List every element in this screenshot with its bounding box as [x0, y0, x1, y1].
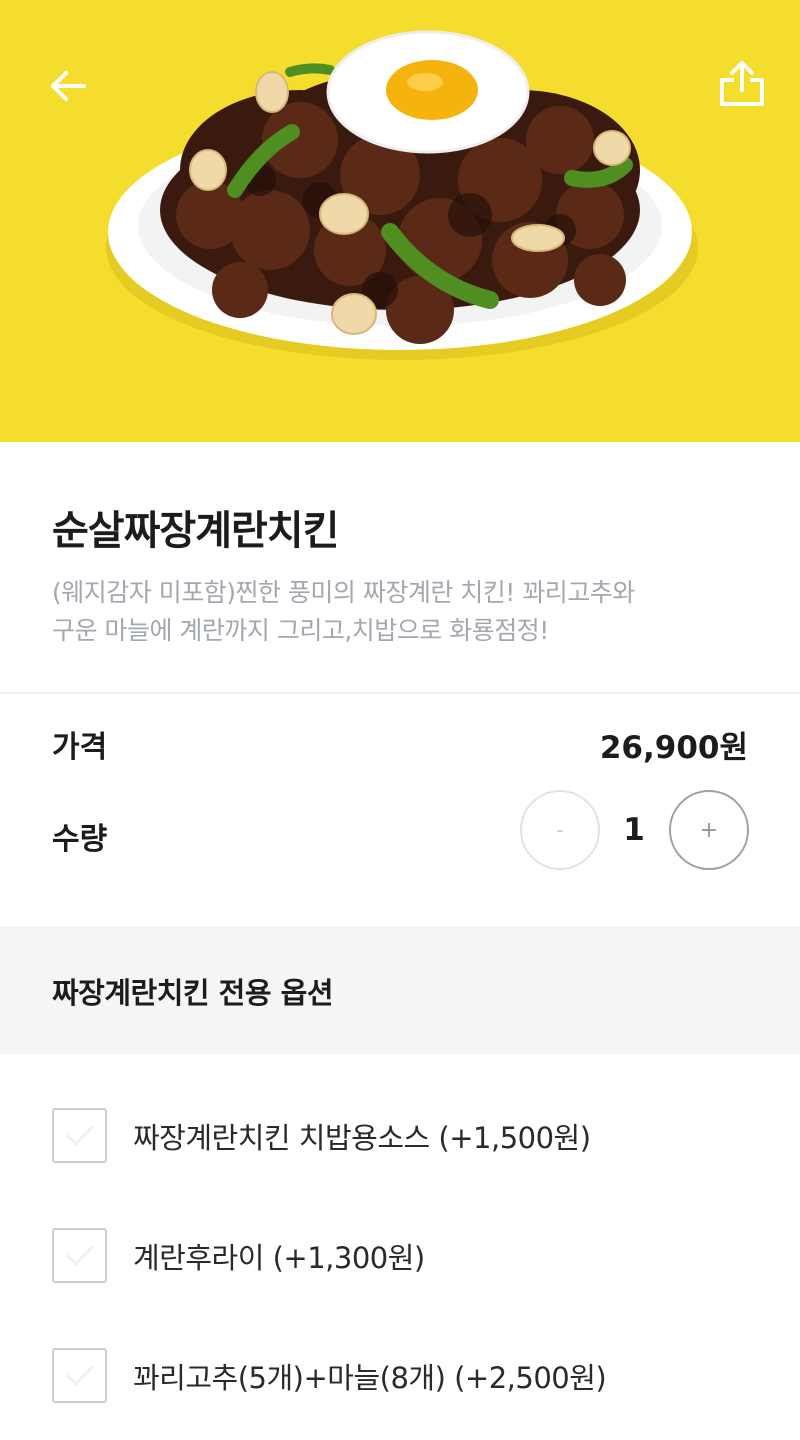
- section-divider: [0, 692, 800, 694]
- check-icon: [66, 1245, 94, 1266]
- quantity-value: 1: [623, 812, 645, 848]
- quantity-label: 수량: [52, 822, 108, 857]
- option-checkbox[interactable]: [52, 1228, 107, 1283]
- option-item[interactable]: 꽈리고추(5개)+마늘(8개) (+2,500원): [0, 1338, 800, 1438]
- option-item[interactable]: 계란후라이 (+1,300원): [0, 1218, 800, 1318]
- option-item[interactable]: 짜장계란치킨 치밥용소스 (+1,500원): [0, 1098, 800, 1198]
- option-checkbox[interactable]: [52, 1108, 107, 1163]
- options-section-header: 짜장계란치킨 전용 옵션: [0, 926, 800, 1054]
- option-label: 꽈리고추(5개)+마늘(8개) (+2,500원): [133, 1361, 607, 1395]
- product-info: 순살짜장계란치킨 (웨지감자 미포함)찐한 풍미의 짜장계란 치킨! 꽈리고추와…: [0, 442, 800, 694]
- option-label: 계란후라이 (+1,300원): [133, 1241, 425, 1275]
- product-description-line: 구운 마늘에 계란까지 그리고,치밥으로 화룡점정!: [52, 616, 549, 645]
- option-checkbox[interactable]: [52, 1348, 107, 1403]
- options-section-title: 짜장계란치킨 전용 옵션: [52, 976, 334, 1010]
- option-label: 짜장계란치킨 치밥용소스 (+1,500원): [133, 1121, 591, 1155]
- quantity-decrease-button[interactable]: -: [520, 790, 600, 870]
- back-button[interactable]: [44, 62, 92, 110]
- arrow-left-icon: [51, 71, 86, 101]
- product-title: 순살짜장계란치킨: [52, 508, 339, 554]
- share-icon: [720, 61, 764, 106]
- product-description-line: (웨지감자 미포함)찐한 풍미의 짜장계란 치킨! 꽈리고추와: [52, 578, 635, 607]
- check-icon: [66, 1365, 94, 1386]
- product-description: (웨지감자 미포함)찐한 풍미의 짜장계란 치킨! 꽈리고추와 구운 마늘에 계…: [52, 574, 752, 650]
- minus-icon: -: [556, 817, 564, 843]
- plus-icon: +: [699, 817, 719, 843]
- quantity-increase-button[interactable]: +: [669, 790, 749, 870]
- share-button[interactable]: [716, 58, 768, 110]
- price-label: 가격: [52, 730, 108, 765]
- chicken-dish-image: [106, 30, 698, 360]
- price-value: 26,900원: [599, 730, 748, 766]
- product-hero-image: [0, 0, 800, 442]
- check-icon: [66, 1125, 94, 1146]
